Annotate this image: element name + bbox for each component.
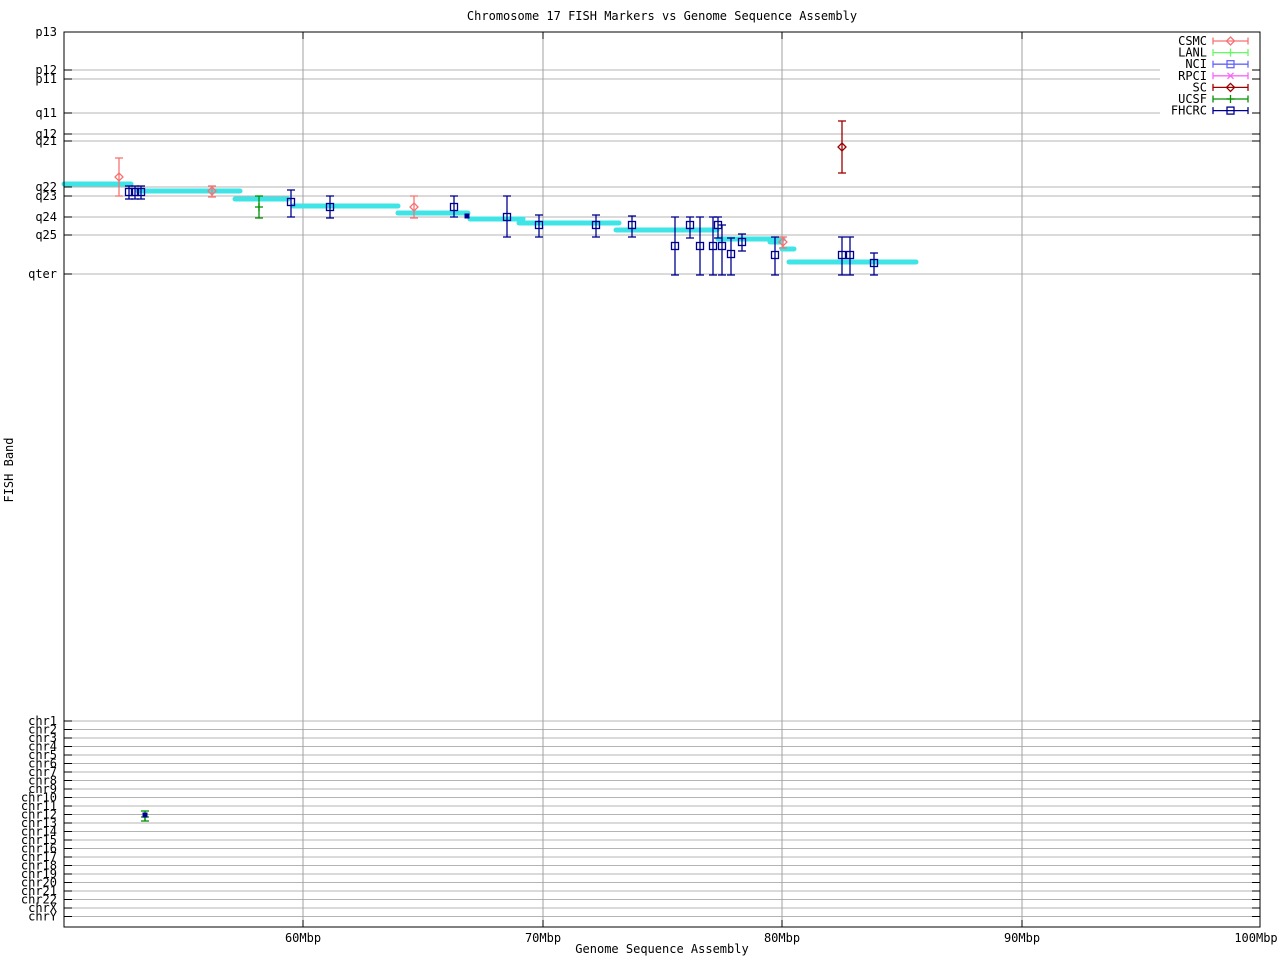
xaxis-label-100Mbp: 100Mbp <box>1234 931 1277 945</box>
yaxis-label-qter: qter <box>28 267 57 281</box>
y-axis-title: FISH Band <box>2 437 16 502</box>
legend: CSMCLANLNCIRPCISCUCSFFHCRC <box>1160 33 1252 118</box>
data-markers <box>115 121 878 821</box>
marker-fhcrc-23 <box>143 813 148 818</box>
yaxis-label-q25: q25 <box>35 228 57 242</box>
xaxis-label-70Mbp: 70Mbp <box>525 931 561 945</box>
xaxis-label-80Mbp: 80Mbp <box>764 931 800 945</box>
chart-title: Chromosome 17 FISH Markers vs Genome Seq… <box>467 9 857 23</box>
legend-label-fhcrc: FHCRC <box>1171 104 1207 118</box>
yaxis-label-p13: p13 <box>35 25 57 39</box>
yaxis-label-chrY: chrY <box>28 910 58 924</box>
yaxis-label-q24: q24 <box>35 210 57 224</box>
yaxis-label-p11: p11 <box>35 72 57 86</box>
chromosome17-fish-plot: p13p12p11q11q12q21q22q23q24q25qterchr1ch… <box>0 0 1280 960</box>
marker-fhcrc-6 <box>465 214 470 219</box>
xaxis-label-90Mbp: 90Mbp <box>1004 931 1040 945</box>
plot-border <box>64 32 1260 927</box>
xaxis-label-60Mbp: 60Mbp <box>285 931 321 945</box>
x-axis-title: Genome Sequence Assembly <box>575 942 748 956</box>
yaxis-label-q21: q21 <box>35 134 57 148</box>
axes: p13p12p11q11q12q21q22q23q24q25qterchr1ch… <box>21 25 1278 945</box>
gridlines <box>65 33 1259 926</box>
yaxis-label-q11: q11 <box>35 106 57 120</box>
yaxis-label-q23: q23 <box>35 189 57 203</box>
